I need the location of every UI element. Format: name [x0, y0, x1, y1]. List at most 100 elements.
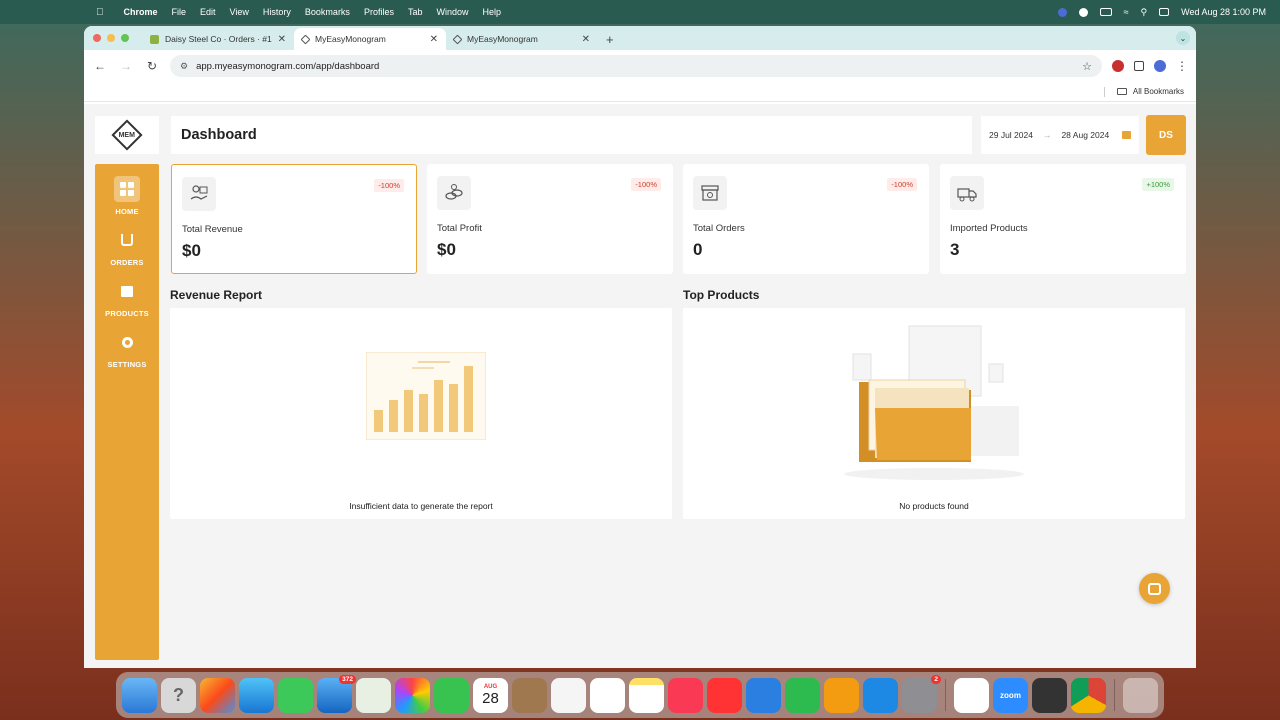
messages-icon[interactable] [278, 677, 313, 713]
chat-icon [1148, 582, 1161, 595]
launchpad-icon[interactable] [200, 677, 235, 713]
help-icon[interactable]: ? [161, 677, 196, 713]
change-badge: +100% [1142, 178, 1174, 191]
reminders-icon[interactable] [590, 677, 625, 713]
reload-button[interactable]: ↻ [144, 59, 160, 73]
menu-clock[interactable]: Wed Aug 28 1:00 PM [1181, 7, 1266, 17]
home-grid-icon [114, 176, 140, 202]
menu-view[interactable]: View [230, 7, 249, 17]
stat-card-total-orders[interactable]: -100% Total Orders 0 [683, 164, 929, 274]
forward-button[interactable]: → [118, 59, 134, 73]
stat-card-total-revenue[interactable]: -100% Total Revenue $0 [171, 164, 417, 274]
top-products-empty-message: No products found [899, 501, 969, 511]
sidebar-item-home[interactable]: HOME [95, 174, 159, 225]
extension-icon[interactable] [1112, 60, 1124, 72]
close-tab-icon[interactable]: ✕ [430, 34, 438, 45]
menu-history[interactable]: History [263, 7, 291, 17]
numbers-icon[interactable] [785, 677, 820, 713]
system-settings-icon[interactable]: 2 [902, 674, 941, 713]
app-store-icon[interactable] [863, 677, 898, 713]
slack-icon[interactable] [954, 677, 989, 713]
sidebar-item-orders[interactable]: ORDERS [95, 225, 159, 276]
minimize-window-button[interactable] [107, 34, 115, 42]
app-logo[interactable]: MEM [95, 116, 159, 154]
all-bookmarks-link[interactable]: All Bookmarks [1133, 87, 1184, 96]
news-icon[interactable] [707, 677, 742, 713]
screen-capture-icon[interactable] [1032, 677, 1067, 713]
trash-icon[interactable] [1123, 677, 1158, 713]
wifi-icon[interactable]: ≈ [1124, 7, 1129, 17]
play-status-icon[interactable] [1078, 7, 1088, 17]
menu-edit[interactable]: Edit [200, 7, 216, 17]
coins-icon [437, 176, 471, 210]
photos-icon[interactable] [395, 677, 430, 713]
stat-card-total-profit[interactable]: -100% Total Profit $0 [427, 164, 673, 274]
freeform-icon[interactable] [551, 677, 586, 713]
extensions-puzzle-icon[interactable] [1134, 61, 1144, 71]
bookmark-star-icon[interactable]: ☆ [1082, 60, 1092, 73]
sidebar-item-label: PRODUCTS [105, 309, 149, 318]
site-info-icon[interactable]: ⚙ [180, 61, 188, 72]
tab-myeasymonogram-active[interactable]: MyEasyMonogram ✕ [294, 28, 446, 50]
calendar-icon[interactable]: AUG 28 [473, 677, 508, 713]
menu-help[interactable]: Help [482, 7, 501, 17]
address-bar[interactable]: ⚙ app.myeasymonogram.com/app/dashboard ☆ [170, 55, 1102, 77]
menu-tab[interactable]: Tab [408, 7, 423, 17]
top-products-title: Top Products [683, 288, 760, 302]
change-badge: -100% [887, 178, 917, 191]
tab-shopify-orders[interactable]: Daisy Steel Co · Orders · #13 ✕ [142, 28, 294, 50]
menu-profiles[interactable]: Profiles [364, 7, 394, 17]
close-window-button[interactable] [93, 34, 101, 42]
pages-icon[interactable] [824, 677, 859, 713]
notes-icon[interactable] [629, 677, 664, 713]
maps-icon[interactable] [356, 677, 391, 713]
menu-app-name[interactable]: Chrome [124, 7, 158, 17]
chrome-menu-icon[interactable]: ⋮ [1176, 59, 1188, 73]
calendar-icon[interactable] [1122, 131, 1131, 139]
zoom-icon[interactable]: zoom [993, 677, 1028, 713]
tab-title: MyEasyMonogram [315, 34, 386, 44]
tab-search-icon[interactable]: ⌄ [1176, 31, 1190, 45]
sidebar-item-products[interactable]: PRODUCTS [95, 276, 159, 327]
back-button[interactable]: ← [92, 59, 108, 73]
zoom-window-button[interactable] [121, 34, 129, 42]
profile-icon[interactable] [1154, 60, 1166, 72]
date-to[interactable]: 28 Aug 2024 [1061, 130, 1109, 140]
empty-chart-illustration [365, 351, 487, 441]
status-app-icon[interactable] [1057, 7, 1067, 17]
user-avatar[interactable]: DS [1146, 115, 1186, 155]
menu-bookmarks[interactable]: Bookmarks [305, 7, 350, 17]
mail-icon[interactable]: 372 [317, 674, 356, 713]
finder-icon[interactable] [122, 677, 157, 713]
keynote-icon[interactable] [746, 677, 781, 713]
spotlight-icon[interactable]: ⚲ [1141, 7, 1148, 18]
shopify-icon [150, 34, 159, 44]
macos-dock: ? 372 AUG 28 2 zoom [116, 672, 1164, 718]
stat-card-imported-products[interactable]: +100% Imported Products 3 [940, 164, 1186, 274]
tab-myeasymonogram[interactable]: MyEasyMonogram ✕ [446, 28, 598, 50]
contacts-icon[interactable] [512, 677, 547, 713]
date-range-picker[interactable]: 29 Jul 2024 → 28 Aug 2024 [981, 116, 1139, 154]
control-center-icon[interactable] [1159, 8, 1170, 16]
safari-icon[interactable] [239, 677, 274, 713]
close-tab-icon[interactable]: ✕ [582, 34, 590, 45]
date-from[interactable]: 29 Jul 2024 [989, 130, 1033, 140]
revenue-empty-message: Insufficient data to generate the report [349, 501, 493, 511]
chrome-icon[interactable] [1071, 677, 1106, 713]
logo-text: MEM [118, 131, 136, 139]
music-icon[interactable] [668, 677, 703, 713]
monogram-icon [300, 34, 311, 44]
battery-icon[interactable] [1099, 8, 1112, 16]
new-tab-button[interactable]: + [598, 28, 622, 50]
menu-window[interactable]: Window [436, 7, 468, 17]
apple-menu-icon[interactable]:  [96, 7, 104, 18]
dock-separator [1114, 679, 1115, 711]
stat-value: $0 [182, 241, 201, 260]
menu-file[interactable]: File [172, 7, 187, 17]
support-chat-button[interactable] [1139, 573, 1170, 604]
facetime-icon[interactable] [434, 677, 469, 713]
sidebar-item-settings[interactable]: SETTINGS [95, 327, 159, 378]
gear-icon [114, 329, 140, 355]
change-badge: -100% [631, 178, 661, 191]
close-tab-icon[interactable]: ✕ [278, 34, 286, 45]
